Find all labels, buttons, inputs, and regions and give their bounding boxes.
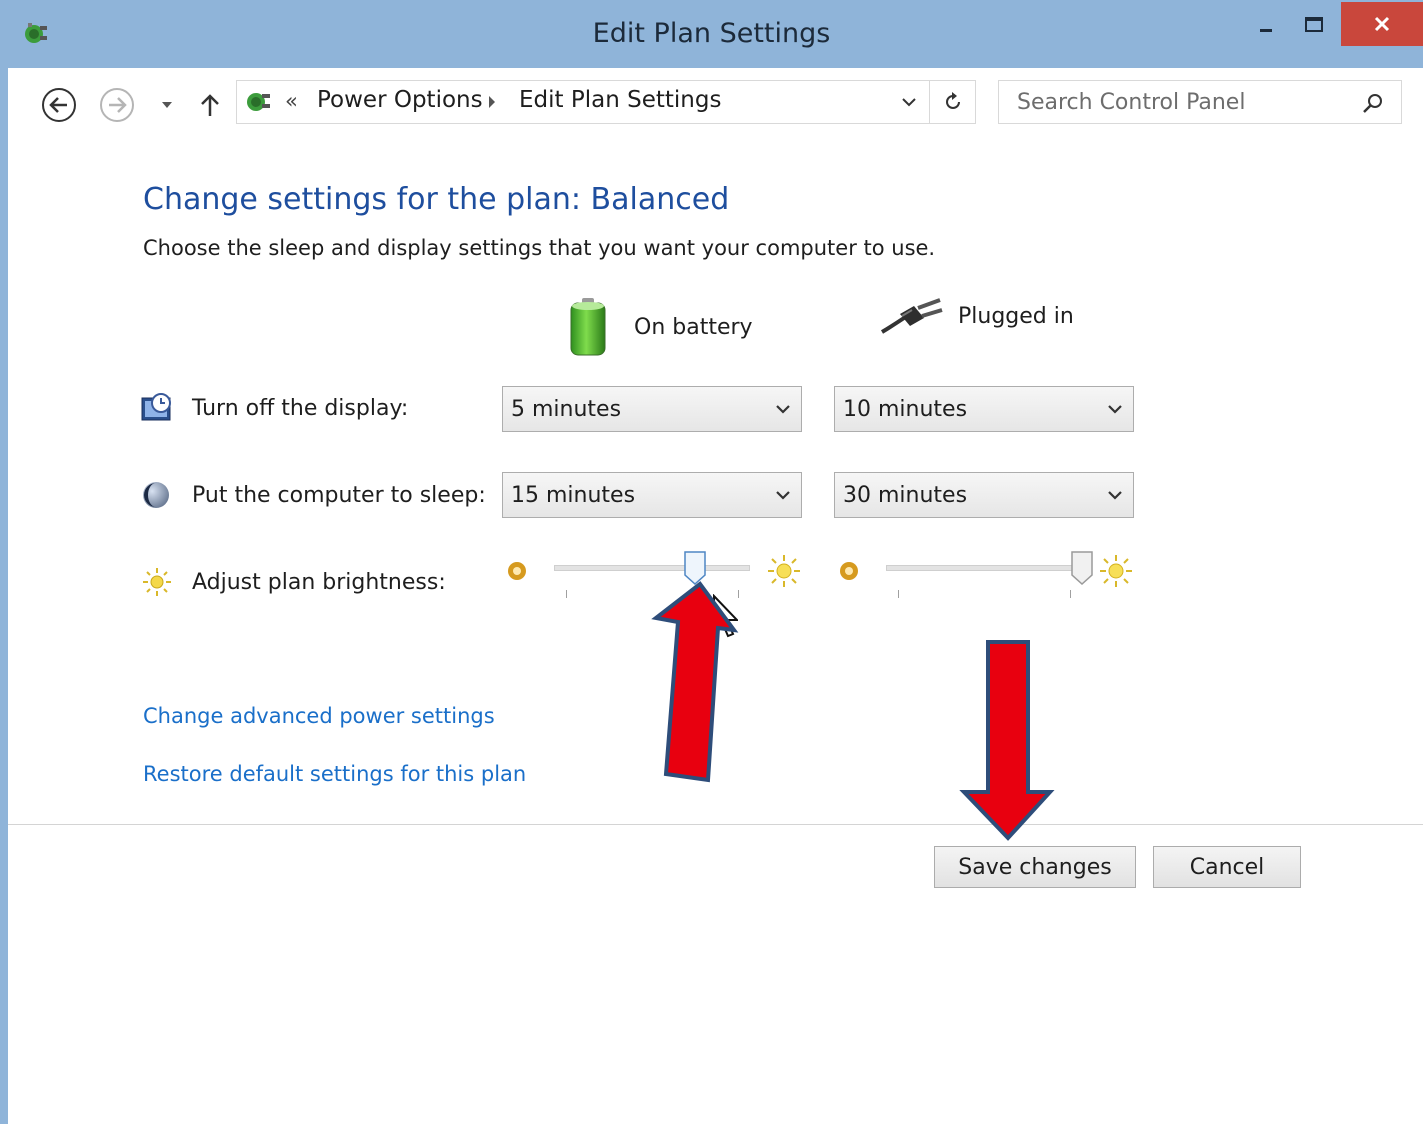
slider-thumb[interactable] — [684, 551, 706, 585]
search-box[interactable] — [998, 80, 1402, 124]
maximize-icon — [1305, 17, 1323, 32]
change-advanced-power-settings-link[interactable]: Change advanced power settings — [143, 704, 495, 728]
sleep-plugged-select[interactable]: 30 minutes — [834, 472, 1134, 518]
slider-tick — [738, 590, 739, 598]
chevron-down-icon — [765, 403, 801, 415]
search-input[interactable] — [999, 81, 1349, 123]
overflow-chevron[interactable]: « — [285, 89, 298, 113]
address-dropdown-button[interactable] — [891, 81, 927, 123]
chevron-down-icon — [1097, 489, 1133, 501]
forward-button[interactable] — [98, 86, 136, 124]
sleep-plugged-value: 30 minutes — [843, 482, 968, 508]
dim-brightness-icon — [840, 562, 858, 580]
turn-off-display-row-label: Turn off the display: — [140, 392, 408, 424]
breadcrumb-power-options[interactable]: Power Options — [317, 87, 483, 113]
slider-tick — [566, 590, 567, 598]
chevron-down-icon — [765, 489, 801, 501]
save-changes-button[interactable]: Save changes — [934, 846, 1136, 888]
sleep-battery-select[interactable]: 15 minutes — [502, 472, 802, 518]
chevron-down-icon — [1097, 403, 1133, 415]
bright-brightness-icon — [768, 555, 800, 587]
restore-default-settings-link[interactable]: Restore default settings for this plan — [143, 762, 526, 786]
back-button[interactable] — [40, 86, 78, 124]
recent-locations-button[interactable] — [154, 86, 180, 124]
annotation-arrow-down-icon — [959, 640, 1055, 841]
address-bar[interactable]: « Power Options Edit Plan Settings — [236, 80, 976, 124]
slider-tick — [898, 590, 899, 598]
display-plugged-value: 10 minutes — [843, 396, 968, 422]
sleep-row-label: Put the computer to sleep: — [140, 479, 486, 511]
slider-track[interactable] — [554, 565, 750, 571]
up-button[interactable] — [196, 86, 224, 124]
chevron-down-icon — [162, 102, 172, 108]
minimize-button[interactable] — [1244, 4, 1288, 46]
plugged-in-column-header: Plugged in — [878, 296, 1074, 336]
up-arrow-icon — [201, 94, 219, 116]
power-options-icon — [247, 93, 270, 111]
display-battery-value: 5 minutes — [511, 396, 622, 422]
battery-icon — [570, 298, 606, 356]
close-button[interactable] — [1341, 2, 1423, 46]
slider-track[interactable] — [886, 565, 1082, 571]
plugged-in-label: Plugged in — [958, 303, 1074, 329]
display-plugged-select[interactable]: 10 minutes — [834, 386, 1134, 432]
maximize-button[interactable] — [1292, 4, 1336, 46]
footer-divider — [8, 824, 1423, 825]
chevron-down-icon — [902, 98, 916, 107]
breadcrumb-edit-plan-settings[interactable]: Edit Plan Settings — [519, 87, 721, 113]
brightness-battery-slider[interactable] — [502, 548, 802, 600]
window-title: Edit Plan Settings — [592, 18, 831, 49]
edit-plan-settings-window: Edit Plan Settings « Power Options Edit … — [0, 0, 1423, 1124]
dim-brightness-icon — [508, 562, 526, 580]
turn-off-display-label: Turn off the display: — [192, 395, 409, 421]
bright-brightness-icon — [1100, 555, 1132, 587]
brightness-label: Adjust plan brightness: — [192, 569, 446, 595]
back-arrow-icon — [42, 88, 76, 122]
brightness-plugged-slider[interactable] — [834, 548, 1134, 600]
search-icon[interactable] — [1361, 91, 1385, 115]
slider-tick — [1070, 590, 1071, 598]
sleep-moon-icon — [143, 482, 169, 508]
on-battery-label: On battery — [634, 314, 753, 340]
title-bar[interactable]: Edit Plan Settings — [0, 0, 1423, 68]
breadcrumb-separator-icon[interactable] — [487, 95, 497, 109]
annotation-arrow-up-icon — [651, 581, 739, 783]
refresh-button[interactable] — [929, 81, 975, 123]
power-plug-icon — [880, 298, 943, 334]
forward-arrow-icon — [100, 88, 134, 122]
close-icon — [1374, 16, 1390, 32]
minimize-icon — [1260, 29, 1272, 32]
display-battery-select[interactable]: 5 minutes — [502, 386, 802, 432]
refresh-icon — [945, 92, 960, 109]
window-left-border — [0, 0, 8, 1124]
sleep-label: Put the computer to sleep: — [192, 482, 486, 508]
page-description: Choose the sleep and display settings th… — [143, 236, 936, 260]
on-battery-column-header: On battery — [566, 296, 753, 358]
slider-thumb[interactable] — [1071, 551, 1093, 585]
cancel-button[interactable]: Cancel — [1153, 846, 1301, 888]
display-timer-icon — [141, 393, 171, 421]
brightness-sun-icon — [143, 568, 171, 596]
mouse-cursor-icon — [713, 594, 738, 638]
brightness-row-label: Adjust plan brightness: — [140, 566, 446, 598]
sleep-battery-value: 15 minutes — [511, 482, 636, 508]
page-title: Change settings for the plan: Balanced — [143, 182, 730, 217]
